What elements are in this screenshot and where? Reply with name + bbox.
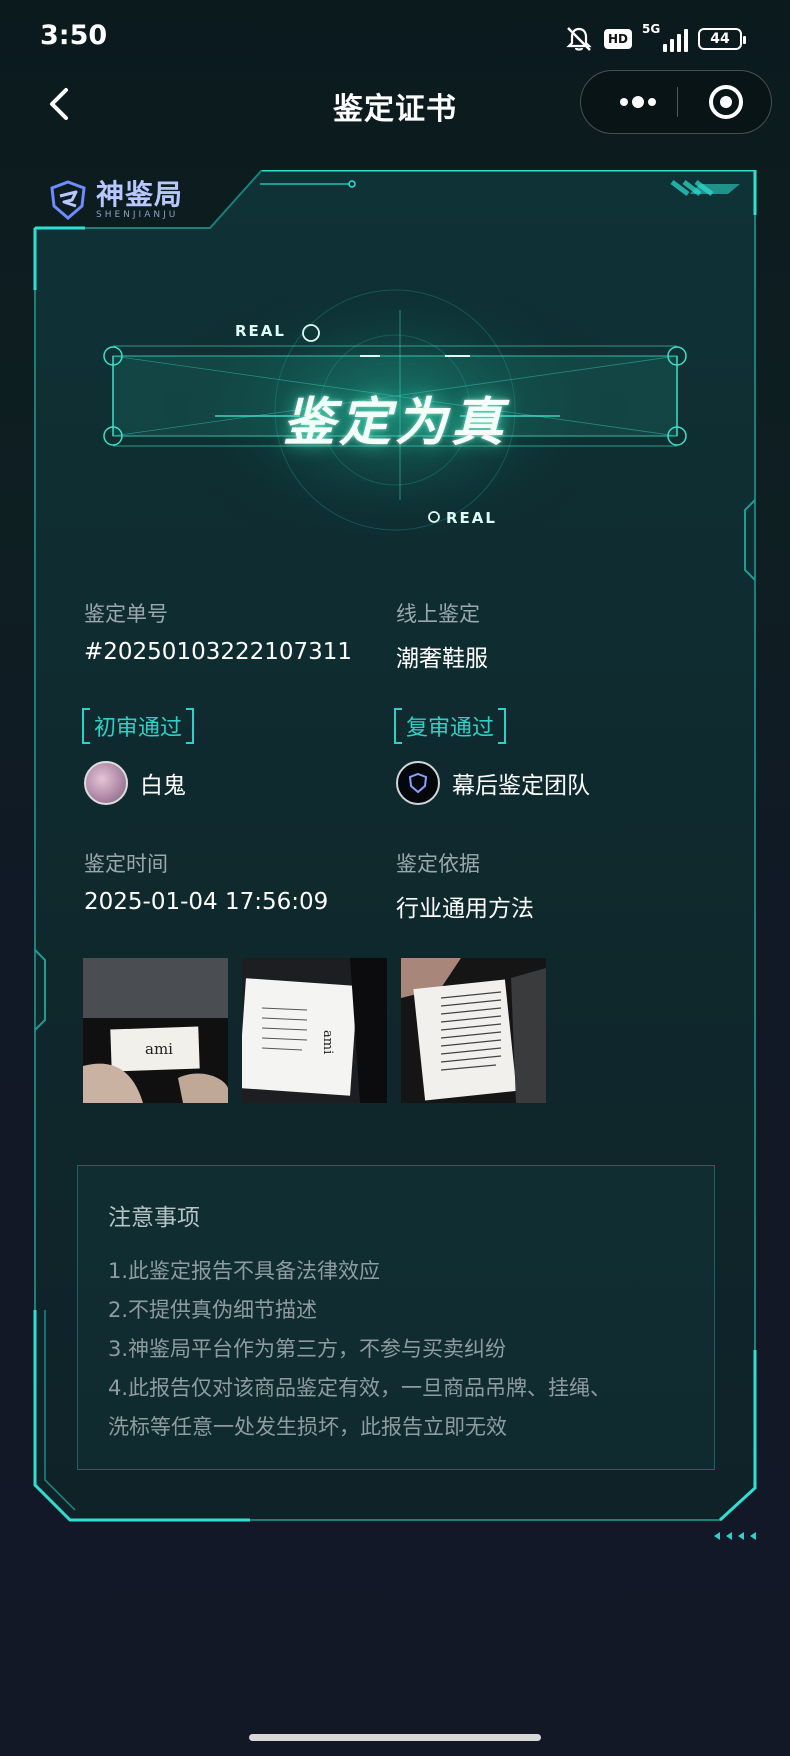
svg-text:ami: ami bbox=[320, 1030, 335, 1054]
order-number-value: #20250103222107311 bbox=[84, 639, 353, 665]
notice-line: 4.此报告仅对该商品鉴定有效，一旦商品吊牌、挂绳、 bbox=[108, 1376, 612, 1400]
time-value: 2025-01-04 17:56:09 bbox=[84, 889, 329, 915]
status-time: 3:50 bbox=[40, 20, 108, 51]
more-icon[interactable] bbox=[603, 71, 673, 133]
notice-line: 1.此鉴定报告不具备法律效应 bbox=[108, 1259, 381, 1283]
second-reviewer: 幕后鉴定团队 bbox=[396, 761, 590, 805]
status-bar: 3:50 HD 5G 44 bbox=[0, 0, 790, 76]
home-indicator[interactable] bbox=[249, 1734, 541, 1741]
nav-bar: 鉴定证书 bbox=[0, 68, 790, 140]
brand-logo-block: 神鉴局 SHENJIANJU bbox=[46, 178, 183, 222]
evidence-photo-3[interactable] bbox=[401, 958, 546, 1103]
certificate-page: 3:50 HD 5G 44 鉴定证书 神鉴局 SHENJIANJU REAL 鉴… bbox=[0, 0, 790, 1756]
capsule-divider bbox=[677, 87, 678, 117]
status-icons: HD 5G 44 bbox=[564, 22, 746, 54]
first-review-tag: 初审通过 bbox=[82, 708, 195, 744]
label-photo-image: ami bbox=[83, 958, 228, 1103]
avatar bbox=[84, 761, 128, 805]
battery-icon: 44 bbox=[698, 28, 746, 50]
team-avatar bbox=[396, 761, 440, 805]
second-reviewer-name: 幕后鉴定团队 bbox=[452, 773, 590, 799]
care-label-photo-image bbox=[401, 958, 546, 1103]
brand-name: 神鉴局 bbox=[96, 178, 184, 211]
first-reviewer-name: 白鬼 bbox=[140, 773, 186, 799]
notice-line: 洗标等任意一处发生损坏，此报告立即无效 bbox=[108, 1415, 507, 1439]
battery-level: 44 bbox=[710, 31, 730, 47]
shield-logo-icon bbox=[408, 772, 428, 794]
time-label: 鉴定时间 bbox=[84, 852, 168, 876]
channel-label: 线上鉴定 bbox=[396, 602, 480, 626]
channel-value: 潮奢鞋服 bbox=[396, 646, 488, 672]
real-tag-bottom: REAL bbox=[446, 509, 497, 527]
svg-text:ami: ami bbox=[145, 1040, 173, 1058]
wash-label-photo-image: ami bbox=[242, 958, 387, 1103]
network-label: 5G bbox=[642, 22, 661, 36]
notice-line: 2.不提供真伪细节描述 bbox=[108, 1298, 318, 1322]
authentic-result-title: 鉴定为真 bbox=[282, 393, 507, 453]
shield-logo-icon bbox=[50, 180, 86, 220]
mute-bell-icon bbox=[566, 27, 592, 51]
evidence-photo-2[interactable]: ami bbox=[242, 958, 387, 1103]
first-reviewer: 白鬼 bbox=[84, 761, 186, 805]
basis-value: 行业通用方法 bbox=[396, 896, 534, 922]
second-review-tag: 复审通过 bbox=[394, 708, 507, 744]
close-miniprogram-icon[interactable] bbox=[691, 71, 761, 133]
basis-label: 鉴定依据 bbox=[396, 852, 480, 876]
evidence-photo-1[interactable]: ami bbox=[83, 958, 228, 1103]
real-tag-top: REAL bbox=[235, 322, 286, 340]
order-number-label: 鉴定单号 bbox=[84, 602, 168, 626]
hd-badge: HD bbox=[603, 29, 632, 49]
miniprogram-capsule bbox=[580, 70, 772, 134]
notice-line: 3.神鉴局平台作为第三方，不参与买卖纠纷 bbox=[108, 1337, 507, 1361]
signal-icon: 5G bbox=[642, 22, 688, 52]
notice-box: 注意事项 1.此鉴定报告不具备法律效应 2.不提供真伪细节描述 3.神鉴局平台作… bbox=[77, 1165, 715, 1470]
brand-subtitle: SHENJIANJU bbox=[96, 210, 179, 220]
notice-title: 注意事项 bbox=[108, 1205, 200, 1231]
